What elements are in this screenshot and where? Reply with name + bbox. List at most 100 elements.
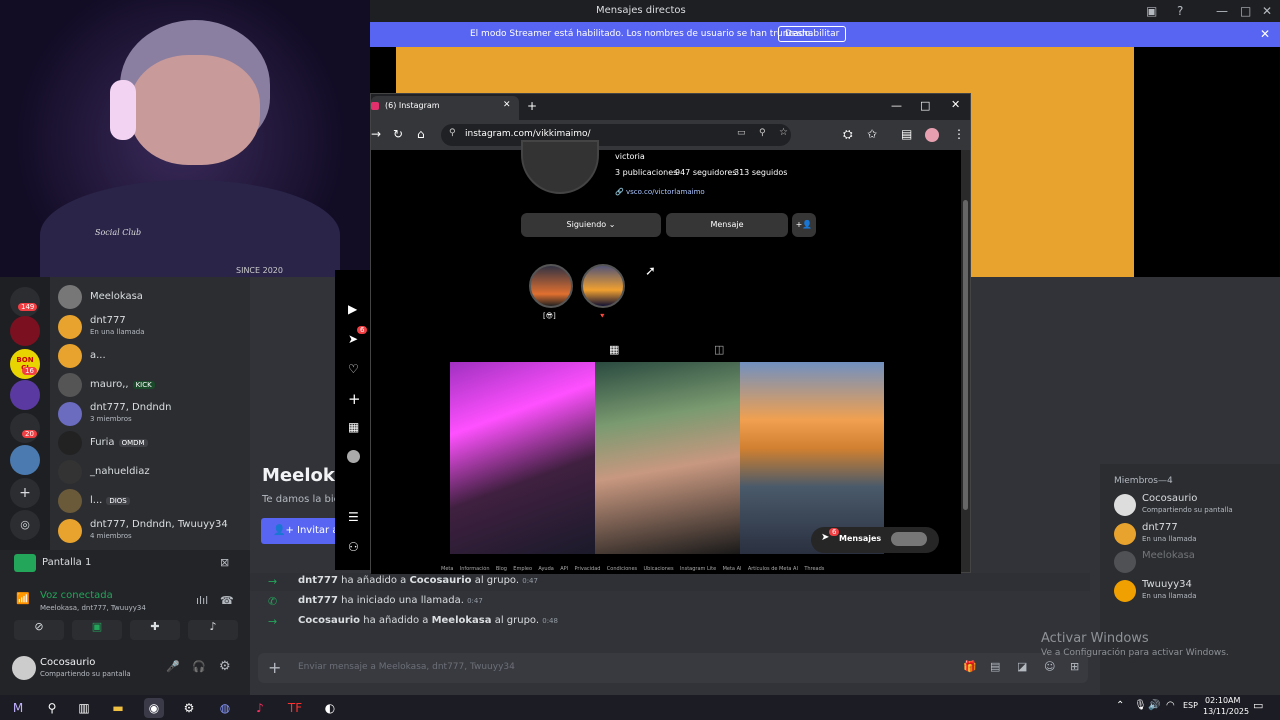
- tiktok-icon[interactable]: ♪: [250, 698, 270, 718]
- discover-icon[interactable]: ◎: [10, 510, 40, 540]
- cast-icon[interactable]: ▭: [737, 128, 746, 138]
- gift-icon[interactable]: 🎁: [963, 660, 977, 673]
- footer-link[interactable]: API: [560, 566, 568, 572]
- clock-date[interactable]: 13/11/2025: [1203, 707, 1249, 716]
- member-item[interactable]: Twuuyy34 En una llamada: [1114, 578, 1274, 606]
- message-target[interactable]: Meelokasa: [432, 615, 492, 626]
- banner-close-icon[interactable]: ✕: [1260, 27, 1270, 41]
- profile-icon[interactable]: [925, 128, 939, 142]
- profile-avatar-icon[interactable]: [347, 450, 360, 463]
- maximize-icon[interactable]: □: [920, 99, 930, 112]
- obs-icon[interactable]: ◐: [320, 698, 340, 718]
- add-server-icon[interactable]: +: [10, 478, 40, 508]
- bookmarks-icon[interactable]: ✩: [867, 127, 877, 141]
- stream-button[interactable]: ▣: [72, 620, 122, 640]
- footer-link[interactable]: Meta AI: [723, 566, 742, 572]
- member-item[interactable]: Cocosaurio Compartiendo su pantalla: [1114, 492, 1274, 520]
- tab-instagram[interactable]: (6) Instagram ✕: [371, 96, 519, 120]
- activities-button[interactable]: ✚: [130, 620, 180, 640]
- highlight-cover[interactable]: [529, 264, 573, 308]
- reload-icon[interactable]: ↻: [393, 127, 403, 141]
- suggest-user-icon[interactable]: +👤: [792, 213, 816, 237]
- server-icon[interactable]: [10, 316, 40, 346]
- list-item[interactable]: dnt777, Dndndn 3 miembros: [58, 400, 248, 428]
- start-icon[interactable]: M: [8, 698, 28, 718]
- site-info-icon[interactable]: ⚲: [449, 128, 456, 138]
- tf-app-icon[interactable]: TF: [285, 698, 305, 718]
- gif-icon[interactable]: ▤: [990, 660, 1000, 673]
- clock-time[interactable]: 02:10AM: [1205, 696, 1240, 705]
- message-input[interactable]: + Enviar mensaje a Meelokasa, dnt777, Tw…: [258, 653, 1088, 683]
- home-icon[interactable]: ⌂: [417, 127, 425, 141]
- bookmark-star-icon[interactable]: ☆: [779, 127, 788, 138]
- headphones-icon[interactable]: 🎧: [192, 660, 206, 673]
- language-indicator[interactable]: ESP: [1183, 701, 1198, 710]
- footer-link[interactable]: Ubicaciones: [644, 566, 674, 572]
- footer-link[interactable]: Blog: [496, 566, 507, 572]
- sticker-icon[interactable]: ◪: [1017, 660, 1027, 673]
- server-icon[interactable]: [10, 445, 40, 475]
- steam-icon[interactable]: ⚙: [179, 698, 199, 718]
- avatar[interactable]: [12, 656, 36, 680]
- footer-link[interactable]: Empleo: [513, 566, 532, 572]
- tagged-tab-icon[interactable]: ◫: [714, 343, 724, 356]
- voice-status[interactable]: Voz conectada: [40, 590, 113, 601]
- message-button[interactable]: Mensaje: [666, 213, 788, 237]
- help-icon[interactable]: ?: [1177, 4, 1183, 18]
- list-item[interactable]: l... DIOS: [58, 487, 248, 515]
- grid-tab-icon[interactable]: ▦: [609, 343, 619, 356]
- noise-icon[interactable]: ılıl: [196, 594, 208, 607]
- post-thumbnail[interactable]: [595, 362, 740, 554]
- list-item[interactable]: a...: [58, 342, 248, 370]
- file-explorer-icon[interactable]: ▬: [108, 698, 128, 718]
- zoom-icon[interactable]: ⚲: [759, 128, 766, 138]
- attach-plus-icon[interactable]: +: [268, 658, 281, 677]
- following-count[interactable]: 313 seguidos: [734, 168, 787, 177]
- footer-link[interactable]: Ayuda: [538, 566, 553, 572]
- list-item[interactable]: mauro,, KICK: [58, 371, 248, 399]
- address-bar[interactable]: ⚲ instagram.com/vikkimaimo/ ▭ ⚲ ☆: [441, 124, 791, 146]
- soundboard-button[interactable]: ♪: [188, 620, 238, 640]
- camera-button[interactable]: ⊘: [14, 620, 64, 640]
- discord-icon[interactable]: ◍: [215, 698, 235, 718]
- profile-photo[interactable]: [521, 140, 599, 194]
- disable-streamer-button[interactable]: Deshabilitar: [778, 26, 847, 42]
- menu-kebab-icon[interactable]: ⋮: [953, 127, 965, 141]
- footer-link[interactable]: Condiciones: [607, 566, 637, 572]
- footer-link[interactable]: Threads: [804, 566, 824, 572]
- list-item[interactable]: _nahueldiaz: [58, 458, 248, 486]
- mic-tray-icon[interactable]: 🎙: [1134, 700, 1147, 711]
- footer-link[interactable]: Instagram Lite: [680, 566, 716, 572]
- message-author[interactable]: dnt777: [298, 595, 338, 606]
- member-item[interactable]: Meelokasa: [1114, 549, 1274, 577]
- minimize-icon[interactable]: —: [891, 99, 902, 112]
- emoji-icon[interactable]: ☺: [1044, 660, 1055, 673]
- list-item[interactable]: Furia OMDM: [58, 429, 248, 457]
- messages-bubble[interactable]: ➤ 6 Mensajes: [811, 527, 939, 553]
- footer-link[interactable]: Privacidad: [574, 566, 600, 572]
- tab-close-icon[interactable]: ✕: [503, 100, 511, 110]
- post-thumbnail[interactable]: [450, 362, 595, 554]
- post-thumbnail[interactable]: [740, 362, 884, 554]
- list-item[interactable]: dnt777, Dndndn, Twuuyy34 4 miembros: [58, 517, 248, 545]
- list-item[interactable]: Meelokasa: [58, 283, 248, 311]
- minimize-icon[interactable]: —: [1216, 4, 1228, 18]
- settings-gear-icon[interactable]: ⚙: [219, 659, 231, 674]
- message-author[interactable]: dnt777: [298, 575, 338, 586]
- direct-icon[interactable]: ➤: [348, 332, 358, 346]
- forward-icon[interactable]: →: [371, 127, 381, 141]
- member-item[interactable]: dnt777 En una llamada: [1114, 521, 1274, 549]
- footer-link[interactable]: Meta: [441, 566, 453, 572]
- server-icon[interactable]: [10, 287, 40, 317]
- maximize-icon[interactable]: □: [1240, 4, 1251, 18]
- wifi-icon[interactable]: ◠: [1166, 700, 1175, 711]
- microphone-icon[interactable]: 🎤: [166, 660, 180, 673]
- message-author[interactable]: Cocosaurio: [298, 615, 360, 626]
- profile-link[interactable]: 🔗 vsco.co/victorlamaimo: [615, 188, 705, 196]
- tray-chevron-icon[interactable]: ⌃: [1116, 700, 1124, 711]
- menu-icon[interactable]: ☰: [348, 510, 359, 524]
- server-icon[interactable]: [10, 380, 40, 410]
- heart-icon[interactable]: ♡: [348, 362, 359, 376]
- server-icon[interactable]: [10, 413, 40, 443]
- media-icon[interactable]: ▤: [901, 127, 912, 141]
